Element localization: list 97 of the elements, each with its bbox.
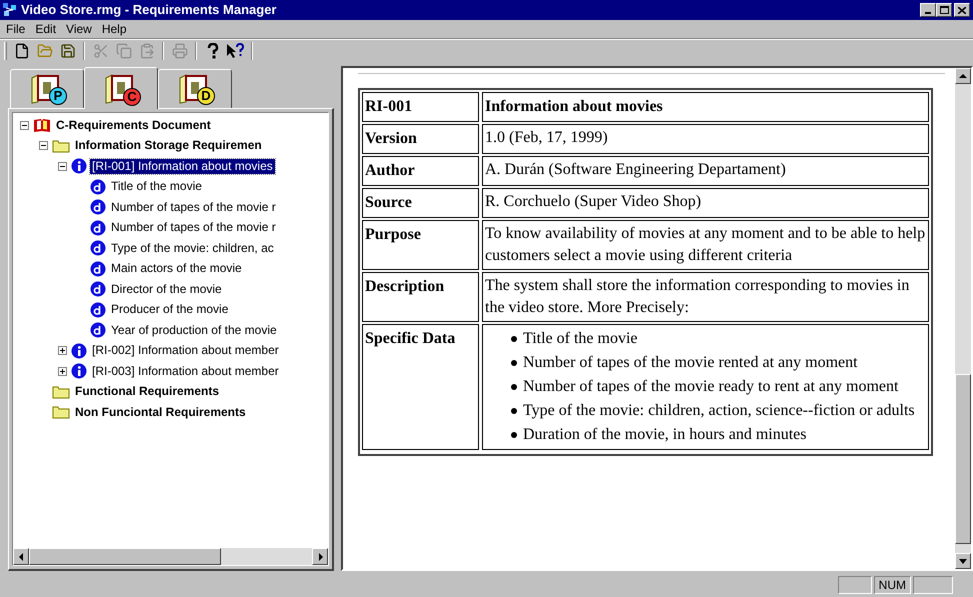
bullet-icon bbox=[511, 432, 517, 438]
bullet-icon bbox=[511, 408, 517, 414]
book-icon bbox=[33, 118, 51, 133]
data-icon bbox=[90, 220, 106, 236]
tree-item[interactable]: Year of production of the movie bbox=[109, 322, 279, 338]
scroll-thumb[interactable] bbox=[29, 548, 221, 565]
row-label: Specific Data bbox=[365, 330, 456, 347]
tree-item[interactable]: C-Requirements Document bbox=[54, 118, 213, 133]
printer-icon bbox=[172, 42, 188, 58]
window-title: Video Store.rmg - Requirements Manager bbox=[21, 1, 278, 20]
tab-badge: P bbox=[49, 87, 67, 105]
info-icon bbox=[71, 158, 87, 174]
expand-toggle[interactable] bbox=[58, 366, 67, 376]
pointer-question-icon bbox=[226, 42, 246, 58]
scroll-thumb[interactable] bbox=[955, 374, 971, 544]
new-file-icon bbox=[14, 42, 30, 58]
tree-item[interactable]: Producer of the movie bbox=[109, 302, 230, 318]
data-icon bbox=[90, 178, 106, 195]
field-value: 1.0 (Feb, 17, 1999) bbox=[485, 128, 609, 148]
tab[interactable]: D bbox=[158, 69, 232, 108]
scroll-up-button[interactable] bbox=[955, 68, 971, 84]
data-icon bbox=[90, 240, 106, 256]
tree-item[interactable]: Type of the movie: children, ac bbox=[109, 240, 276, 256]
tree-item[interactable]: [RI-002] Information about member bbox=[90, 343, 281, 358]
tree-item[interactable]: Main actors of the movie bbox=[109, 261, 244, 276]
toolbar-button[interactable] bbox=[224, 40, 247, 60]
list-item: Type of the movie: children, action, science--fiction or adults bbox=[523, 401, 915, 421]
row-label: Version bbox=[365, 130, 417, 147]
tab[interactable]: C bbox=[84, 67, 158, 109]
row-label: Author bbox=[365, 162, 415, 179]
row-label: RI-001 bbox=[365, 98, 412, 115]
field-value: R. Corchuelo (Super Video Shop) bbox=[485, 192, 702, 212]
tree-item[interactable]: [RI-003] Information about member bbox=[90, 364, 281, 379]
expand-toggle[interactable] bbox=[58, 346, 67, 356]
data-icon bbox=[90, 199, 106, 216]
list-item: Number of tapes of the movie rented at any moment bbox=[523, 353, 858, 373]
paste-icon bbox=[138, 42, 154, 58]
list-item: Number of tapes of the movie ready to rent at any moment bbox=[523, 377, 898, 397]
collapse-toggle[interactable] bbox=[58, 162, 67, 171]
field-value: The system shall store the information corresponding to movies in the video store. More Precisely: bbox=[485, 276, 910, 318]
tree-item[interactable]: Director of the movie bbox=[109, 282, 224, 297]
tree-item[interactable]: Information Storage Requiremen bbox=[73, 138, 264, 154]
tab-badge: C bbox=[123, 88, 141, 106]
requirement-title: Information about movies bbox=[485, 98, 663, 115]
maximize-button[interactable] bbox=[936, 3, 952, 17]
tree-item[interactable]: Non Funciontal Requirements bbox=[73, 404, 248, 420]
status-panel bbox=[838, 576, 872, 594]
scissors-icon bbox=[92, 42, 108, 58]
status-indicator: NUM bbox=[874, 576, 911, 594]
tree-item[interactable]: Title of the movie bbox=[109, 179, 204, 194]
app-icon bbox=[2, 2, 18, 18]
bullet-icon bbox=[511, 384, 517, 390]
tab-badge: D bbox=[197, 87, 215, 105]
field-value: A. Durán (Software Engineering Departament) bbox=[485, 160, 787, 180]
data-icon bbox=[90, 260, 106, 277]
bullet-icon bbox=[511, 360, 517, 366]
menu-item[interactable]: Edit bbox=[35, 20, 56, 38]
row-label: Description bbox=[365, 278, 444, 295]
collapse-toggle[interactable] bbox=[39, 141, 48, 150]
folder-icon bbox=[52, 384, 70, 399]
collapse-toggle[interactable] bbox=[20, 120, 29, 130]
scroll-left-button[interactable] bbox=[13, 548, 29, 565]
data-icon bbox=[90, 281, 106, 298]
folder-icon bbox=[36, 42, 52, 58]
list-item: Duration of the movie, in hours and minutes bbox=[523, 425, 807, 445]
tree-item[interactable]: [RI-001] Information about movies bbox=[90, 158, 275, 174]
close-button[interactable] bbox=[954, 3, 970, 17]
tree-item[interactable]: Functional Requirements bbox=[73, 384, 222, 400]
scroll-down-button[interactable] bbox=[955, 553, 971, 569]
scroll-right-button[interactable] bbox=[312, 548, 328, 565]
data-icon bbox=[90, 322, 106, 338]
copy-icon bbox=[116, 42, 132, 58]
folder-icon bbox=[52, 138, 70, 153]
status-panel bbox=[913, 576, 953, 594]
info-icon bbox=[71, 363, 87, 380]
field-value: To know availability of movies at any moment and to be able to help customers select a movie using different criteria bbox=[485, 224, 926, 266]
left-arrow-icon bbox=[18, 552, 24, 560]
bullet-icon bbox=[511, 336, 517, 342]
right-arrow-icon bbox=[318, 552, 322, 560]
list-item: Title of the movie bbox=[523, 329, 638, 349]
menu-item[interactable]: File bbox=[6, 20, 26, 38]
info-icon bbox=[71, 342, 87, 359]
question-mark-icon bbox=[206, 42, 218, 58]
save-icon bbox=[60, 42, 76, 58]
up-arrow-icon bbox=[959, 74, 967, 78]
data-icon bbox=[90, 302, 106, 318]
minimize-button[interactable] bbox=[920, 3, 936, 17]
down-arrow-icon bbox=[959, 558, 967, 564]
menu-item[interactable]: Help bbox=[102, 20, 127, 38]
row-label: Source bbox=[365, 194, 412, 211]
row-label: Purpose bbox=[365, 226, 421, 243]
menu-item[interactable]: View bbox=[66, 20, 92, 38]
tab[interactable]: P bbox=[10, 69, 84, 108]
folder-icon bbox=[52, 405, 70, 420]
tree-item[interactable]: Number of tapes of the movie r bbox=[109, 220, 278, 236]
close-icon bbox=[958, 6, 966, 14]
tree-item[interactable]: Number of tapes of the movie r bbox=[109, 200, 278, 215]
